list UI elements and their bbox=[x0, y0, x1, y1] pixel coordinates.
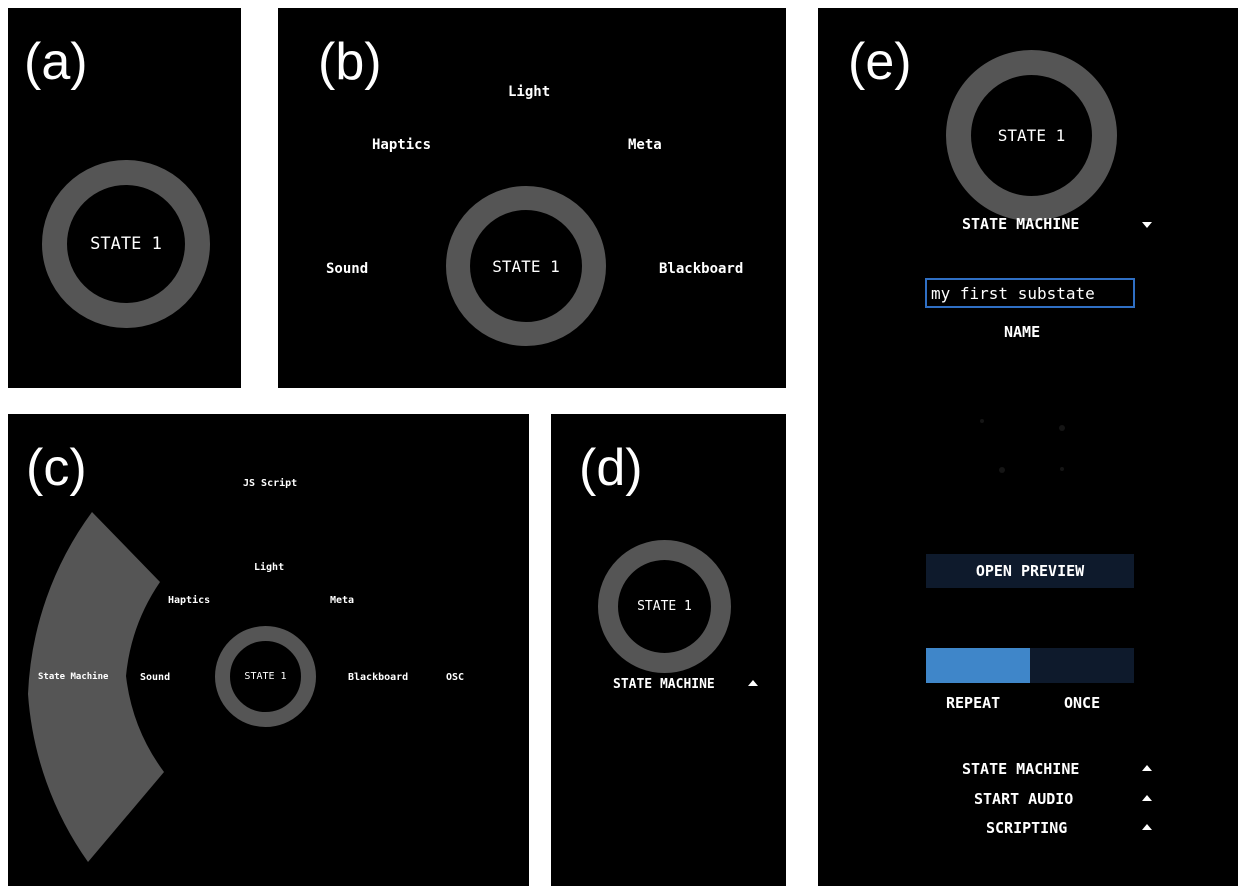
state-node-label: STATE 1 bbox=[997, 126, 1066, 145]
menu-item-blackboard[interactable]: Blackboard bbox=[348, 672, 408, 683]
panel-label: (e) bbox=[848, 33, 912, 91]
panel-label: (a) bbox=[24, 33, 88, 91]
section-start-audio[interactable]: START AUDIO bbox=[974, 790, 1073, 808]
section-state-machine[interactable]: STATE MACHINE bbox=[962, 760, 1079, 778]
state-machine-sector[interactable] bbox=[8, 414, 208, 886]
dropdown-toggle-icon[interactable] bbox=[748, 680, 758, 686]
menu-item-sound[interactable]: Sound bbox=[140, 672, 170, 683]
open-preview-label: OPEN PREVIEW bbox=[975, 562, 1085, 580]
panel-a: (a) STATE 1 bbox=[8, 8, 241, 388]
state-node[interactable]: STATE 1 bbox=[42, 160, 210, 328]
section-toggle-icon[interactable] bbox=[1142, 824, 1152, 830]
state-node-label: STATE 1 bbox=[244, 671, 287, 682]
panel-e: (e) STATE 1 STATE MACHINE my first subst… bbox=[818, 8, 1238, 886]
state-node[interactable]: STATE 1 bbox=[446, 186, 606, 346]
panel-c: (c) JS Script Light Haptics Meta State M… bbox=[8, 414, 529, 886]
open-preview-button[interactable]: OPEN PREVIEW bbox=[926, 554, 1134, 588]
menu-item-meta[interactable]: Meta bbox=[330, 595, 354, 606]
panel-b: (b) Light Haptics Meta Sound Blackboard … bbox=[278, 8, 786, 388]
state-node[interactable]: STATE 1 bbox=[946, 50, 1117, 221]
repeat-toggle[interactable] bbox=[926, 648, 1134, 683]
menu-item-haptics[interactable]: Haptics bbox=[372, 137, 431, 153]
panel-label: (d) bbox=[579, 439, 643, 497]
menu-item-osc[interactable]: OSC bbox=[446, 672, 464, 683]
panel-label: (b) bbox=[318, 33, 382, 91]
section-toggle-icon[interactable] bbox=[1142, 765, 1152, 771]
state-node[interactable]: STATE 1 bbox=[598, 540, 731, 673]
faint-dots-decoration bbox=[980, 419, 1065, 473]
menu-item-blackboard[interactable]: Blackboard bbox=[659, 261, 743, 277]
dropdown-state-machine[interactable]: STATE MACHINE bbox=[962, 215, 1079, 233]
menu-item-js-script[interactable]: JS Script bbox=[243, 478, 297, 489]
menu-item-haptics[interactable]: Haptics bbox=[168, 595, 210, 606]
dropdown-toggle-icon[interactable] bbox=[1142, 222, 1152, 228]
repeat-toggle-fill bbox=[926, 648, 1030, 683]
panel-d: (d) STATE 1 STATE MACHINE bbox=[551, 414, 786, 886]
name-label: NAME bbox=[1004, 323, 1041, 341]
repeat-option[interactable]: REPEAT bbox=[946, 694, 1000, 712]
menu-item-light[interactable]: Light bbox=[508, 84, 550, 100]
section-scripting[interactable]: SCRIPTING bbox=[986, 819, 1067, 837]
menu-item-light[interactable]: Light bbox=[254, 562, 284, 573]
state-node-label: STATE 1 bbox=[90, 234, 162, 254]
name-input-value: my first substate bbox=[931, 284, 1095, 303]
section-toggle-icon[interactable] bbox=[1142, 795, 1152, 801]
menu-item-sound[interactable]: Sound bbox=[326, 261, 368, 277]
menu-item-meta[interactable]: Meta bbox=[628, 137, 662, 153]
state-node-label: STATE 1 bbox=[637, 599, 692, 614]
dropdown-state-machine[interactable]: STATE MACHINE bbox=[613, 677, 715, 692]
state-node-label: STATE 1 bbox=[492, 256, 560, 276]
once-option[interactable]: ONCE bbox=[1064, 694, 1100, 712]
name-input[interactable]: my first substate bbox=[925, 278, 1135, 308]
menu-item-state-machine[interactable]: State Machine bbox=[38, 672, 108, 682]
state-node[interactable]: STATE 1 bbox=[215, 626, 316, 727]
